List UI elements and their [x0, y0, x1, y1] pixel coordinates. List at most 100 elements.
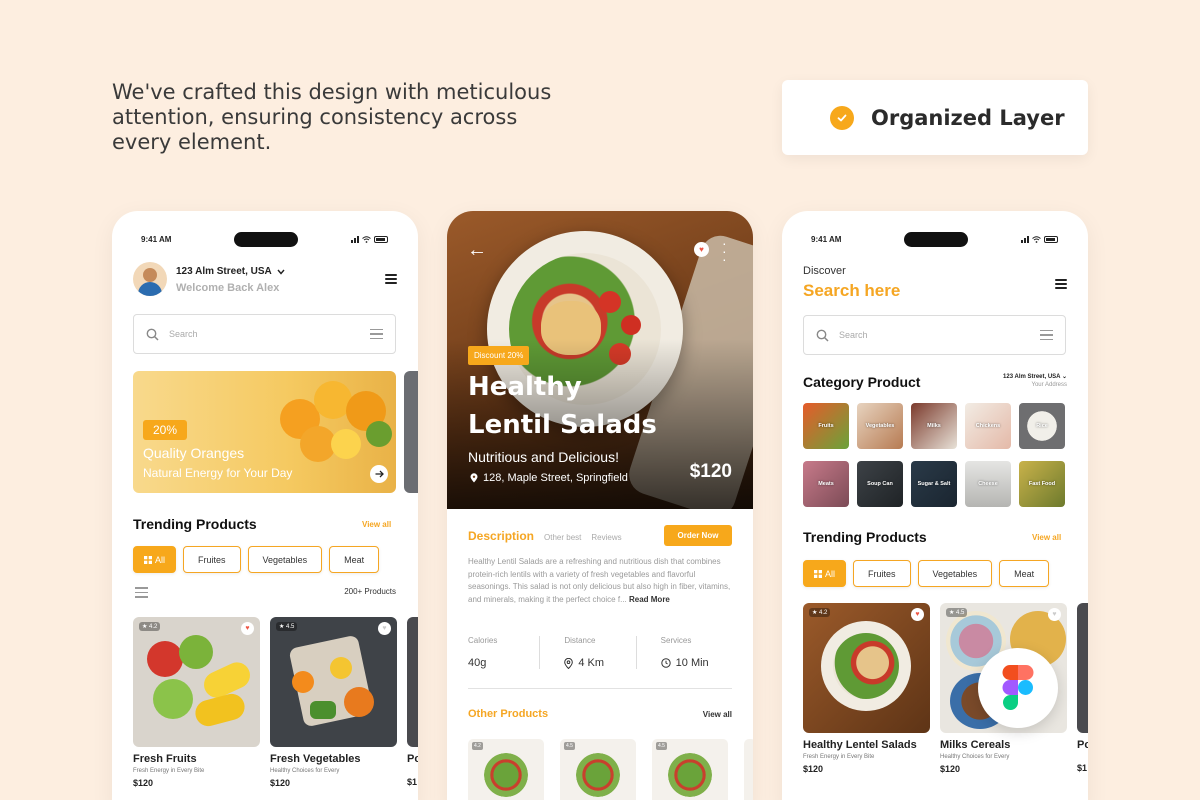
description-text: Healthy Lentil Salads are a refreshing a…: [468, 557, 731, 604]
chip-all[interactable]: All: [803, 560, 847, 587]
detail-tabs: Description Other best Reviews: [468, 529, 622, 543]
salad-image: ★ 4.2 ♥: [803, 603, 930, 733]
signal-icon: [351, 236, 359, 243]
product-price: $120: [940, 764, 961, 774]
product-name: Healthy Lentel Salads: [803, 739, 917, 751]
other-product-thumb[interactable]: 4.5: [560, 739, 636, 800]
product-subtitle: Fresh Energy in Every Bite: [803, 754, 875, 760]
address-text: 123 Alm Street, USA: [1003, 374, 1061, 380]
heart-icon[interactable]: ♥: [378, 622, 391, 635]
search-placeholder: Search: [839, 330, 868, 340]
product-card[interactable]: ★ 4.5 ♥ Fresh Vegetables Healthy Choices…: [270, 617, 397, 788]
heart-icon[interactable]: ♥: [241, 622, 254, 635]
banner-discount: 20%: [143, 420, 188, 440]
divider: [468, 688, 732, 689]
chip-meat[interactable]: Meat: [999, 560, 1050, 587]
chip-vegetables[interactable]: Vegetables: [247, 546, 323, 573]
dish-price: $120: [689, 461, 732, 482]
signal-icon: [1021, 236, 1029, 243]
back-arrow-icon[interactable]: ←: [467, 239, 487, 262]
search-input[interactable]: Search: [803, 315, 1066, 355]
location-pin-icon: [470, 473, 478, 483]
category-fast-food[interactable]: Fast Food: [1019, 461, 1065, 507]
tab-other-best[interactable]: Other best: [544, 533, 581, 542]
trending-title: Trending Products: [133, 516, 257, 532]
view-all-link[interactable]: View all: [362, 520, 391, 529]
status-bar: 9:41 AM: [112, 211, 418, 251]
product-price: $120: [133, 778, 154, 788]
product-card[interactable]: ★ 4.2 ♥ Fresh Fruits Fresh Energy in Eve…: [133, 617, 260, 788]
promo-banner[interactable]: 20% Quality Oranges Natural Energy for Y…: [133, 371, 396, 493]
read-more-link[interactable]: Read More: [629, 595, 670, 604]
search-here-heading: Search here: [803, 281, 901, 300]
chip-fruites[interactable]: Fruites: [183, 546, 241, 573]
headline: We've crafted this design with meticulou…: [112, 80, 552, 154]
discount-badge: Discount 20%: [468, 346, 530, 365]
product-count: 200+ Products: [344, 587, 396, 596]
other-product-thumb[interactable]: 4.5: [652, 739, 728, 800]
chip-meat[interactable]: Meat: [329, 546, 380, 573]
view-all-link[interactable]: View all: [1032, 533, 1061, 542]
chip-fruites[interactable]: Fruites: [853, 560, 911, 587]
discover-screen: 9:41 AM Discover Search here Search Cate…: [782, 211, 1088, 800]
filter-icon[interactable]: [135, 587, 148, 598]
grid-icon: [814, 569, 822, 578]
heart-icon[interactable]: ♥: [911, 608, 924, 621]
search-input[interactable]: Search: [133, 314, 396, 354]
filter-icon[interactable]: [1040, 329, 1053, 341]
category-milks[interactable]: Milks: [911, 403, 957, 449]
other-product-thumb[interactable]: 4.2: [468, 739, 544, 800]
product-card[interactable]: ★ 4.2 ♥ Healthy Lentel Salads Fresh Ener…: [803, 603, 930, 774]
status-time: 9:41 AM: [811, 235, 842, 244]
arrow-right-icon[interactable]: [370, 465, 388, 483]
dish-location: 128, Maple Street, Springfield: [470, 472, 628, 484]
heart-icon[interactable]: ♥: [694, 242, 709, 257]
product-card[interactable]: Po $1: [407, 617, 418, 787]
menu-icon[interactable]: [385, 274, 397, 284]
location-selector[interactable]: 123 Alm Street, USA: [176, 266, 285, 277]
search-icon: [816, 329, 829, 342]
product-name: Fresh Vegetables: [270, 753, 361, 765]
dish-subtitle: Nutritious and Delicious!: [468, 449, 619, 465]
product-price: $1: [1077, 763, 1088, 773]
banner-subtitle: Natural Energy for Your Day: [143, 466, 293, 480]
product-price: $1: [407, 777, 418, 787]
organized-layer-badge: Organized Layer: [782, 80, 1088, 155]
product-card[interactable]: Po $1: [1077, 603, 1088, 773]
address-selector[interactable]: 123 Alm Street, USA ⌄ Your Address: [1003, 373, 1067, 388]
fruits-image: ★ 4.2 ♥: [133, 617, 260, 747]
stats-row: Calories 40g Distance 4 Km Services 10 M…: [468, 636, 732, 669]
tab-description[interactable]: Description: [468, 529, 534, 543]
search-placeholder: Search: [169, 329, 198, 339]
other-product-thumb[interactable]: [744, 739, 753, 800]
chip-vegetables[interactable]: Vegetables: [917, 560, 993, 587]
category-vegetables[interactable]: Vegetables: [857, 403, 903, 449]
dynamic-island: [904, 232, 968, 247]
product-price: $120: [270, 778, 291, 788]
rating-badge: ★ 4.2: [139, 622, 161, 631]
product-subtitle: Fresh Energy in Every Bite: [133, 768, 205, 774]
category-title: Category Product: [803, 374, 921, 390]
category-chickens[interactable]: Chickens: [965, 403, 1011, 449]
chip-all[interactable]: All: [133, 546, 177, 573]
order-now-button[interactable]: Order Now: [664, 525, 732, 546]
product-name: Milks Cereals: [940, 739, 1011, 751]
more-vertical-icon[interactable]: · · ·: [722, 236, 727, 266]
address-subtext: Your Address: [1031, 382, 1067, 388]
avatar[interactable]: [133, 262, 167, 296]
category-rice[interactable]: Rice: [1019, 403, 1065, 449]
vegetables-image: ★ 4.5 ♥: [270, 617, 397, 747]
dynamic-island: [234, 232, 298, 247]
tab-reviews[interactable]: Reviews: [591, 533, 621, 542]
view-all-link[interactable]: View all: [703, 710, 732, 719]
category-sugar-salt[interactable]: Sugar & Salt: [911, 461, 957, 507]
product-subtitle: Healthy Choices for Every: [270, 768, 340, 774]
menu-icon[interactable]: [1055, 279, 1067, 289]
category-fruits[interactable]: Fruits: [803, 403, 849, 449]
status-time: 9:41 AM: [141, 235, 172, 244]
category-meats[interactable]: Meats: [803, 461, 849, 507]
filter-icon[interactable]: [370, 328, 383, 340]
category-soup-can[interactable]: Soup Can: [857, 461, 903, 507]
heart-icon[interactable]: ♥: [1048, 608, 1061, 621]
category-cheese[interactable]: Cheese: [965, 461, 1011, 507]
